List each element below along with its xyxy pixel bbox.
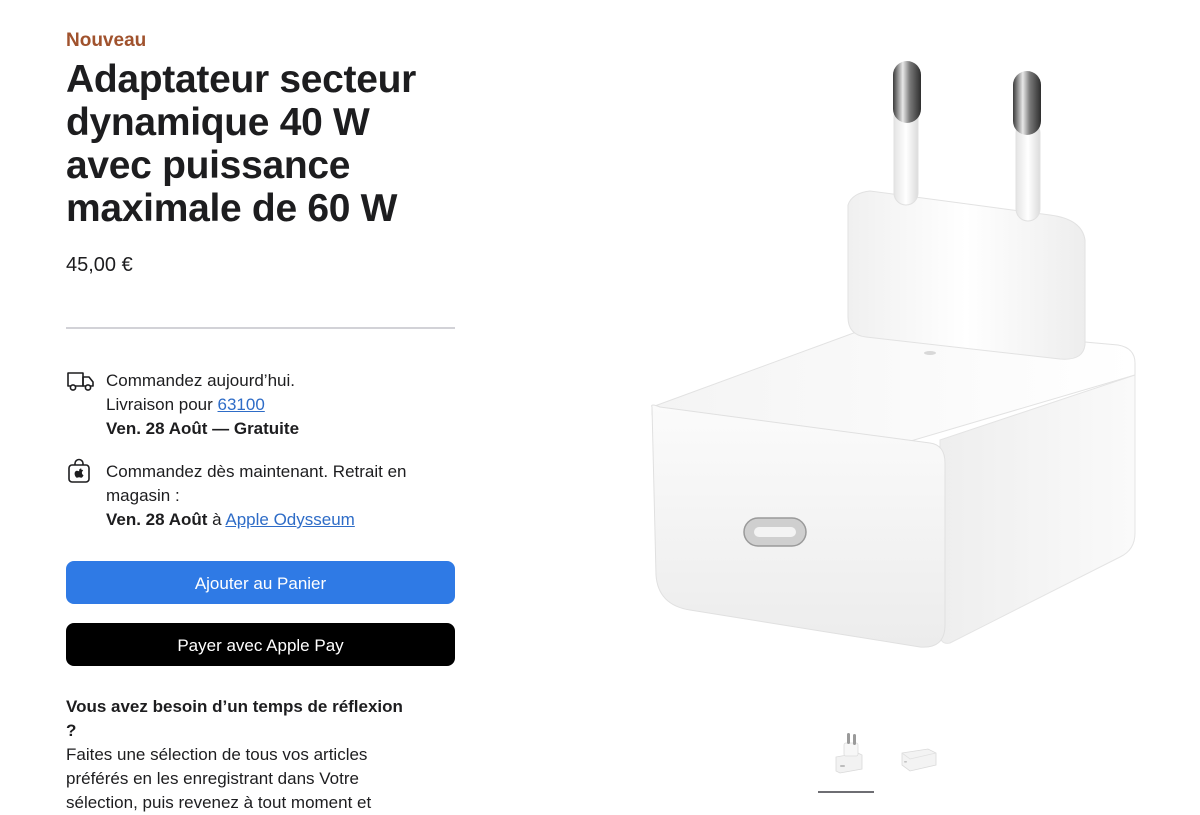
reflection-body: Faites une sélection de tous vos article… (66, 745, 372, 812)
postal-code-link[interactable]: 63100 (218, 395, 265, 414)
product-title: Adaptateur secteur dynamique 40 W avec p… (66, 58, 417, 230)
store-link[interactable]: Apple Odysseum (225, 510, 354, 529)
product-info-column: Nouveau Adaptateur secteur dynamique 40 … (66, 28, 456, 815)
pickup-line-2: Ven. 28 Août à Apple Odysseum (106, 508, 456, 532)
delivery-line-1: Commandez aujourd’hui. (106, 371, 295, 390)
product-main-image (630, 45, 1160, 665)
divider (66, 327, 455, 329)
reflection-heading: Vous avez besoin d’un temps de réflexion… (66, 697, 403, 740)
pickup-info: Commandez dès maintenant. Retrait en mag… (66, 458, 456, 532)
product-price: 45,00 € (66, 254, 133, 276)
delivery-info: Commandez aujourd’hui. Livraison pour 63… (66, 369, 456, 441)
pickup-date: Ven. 28 Août (106, 510, 208, 529)
thumbnail-flat-view[interactable] (892, 733, 948, 789)
add-to-cart-button[interactable]: Ajouter au Panier (66, 561, 455, 604)
thumbnail-plug-view[interactable] (818, 725, 874, 781)
delivery-truck-icon (66, 369, 96, 393)
apple-bag-icon (66, 458, 94, 484)
new-badge: Nouveau (66, 30, 147, 51)
thumbnail-gallery (810, 725, 950, 795)
product-page: Nouveau Adaptateur secteur dynamique 40 … (0, 0, 1200, 815)
pickup-connector: à (207, 510, 226, 529)
thumbnail-selected-indicator (818, 791, 874, 793)
reflection-section: Vous avez besoin d’un temps de réflexion… (66, 695, 411, 815)
pickup-line-1: Commandez dès maintenant. Retrait en mag… (106, 462, 407, 505)
delivery-prefix: Livraison pour (106, 395, 218, 414)
apple-pay-button[interactable]: Payer avec Apple Pay (66, 623, 455, 666)
delivery-line-2: Livraison pour 63100 (106, 393, 456, 417)
delivery-date: Ven. 28 Août — Gratuite (106, 419, 300, 438)
